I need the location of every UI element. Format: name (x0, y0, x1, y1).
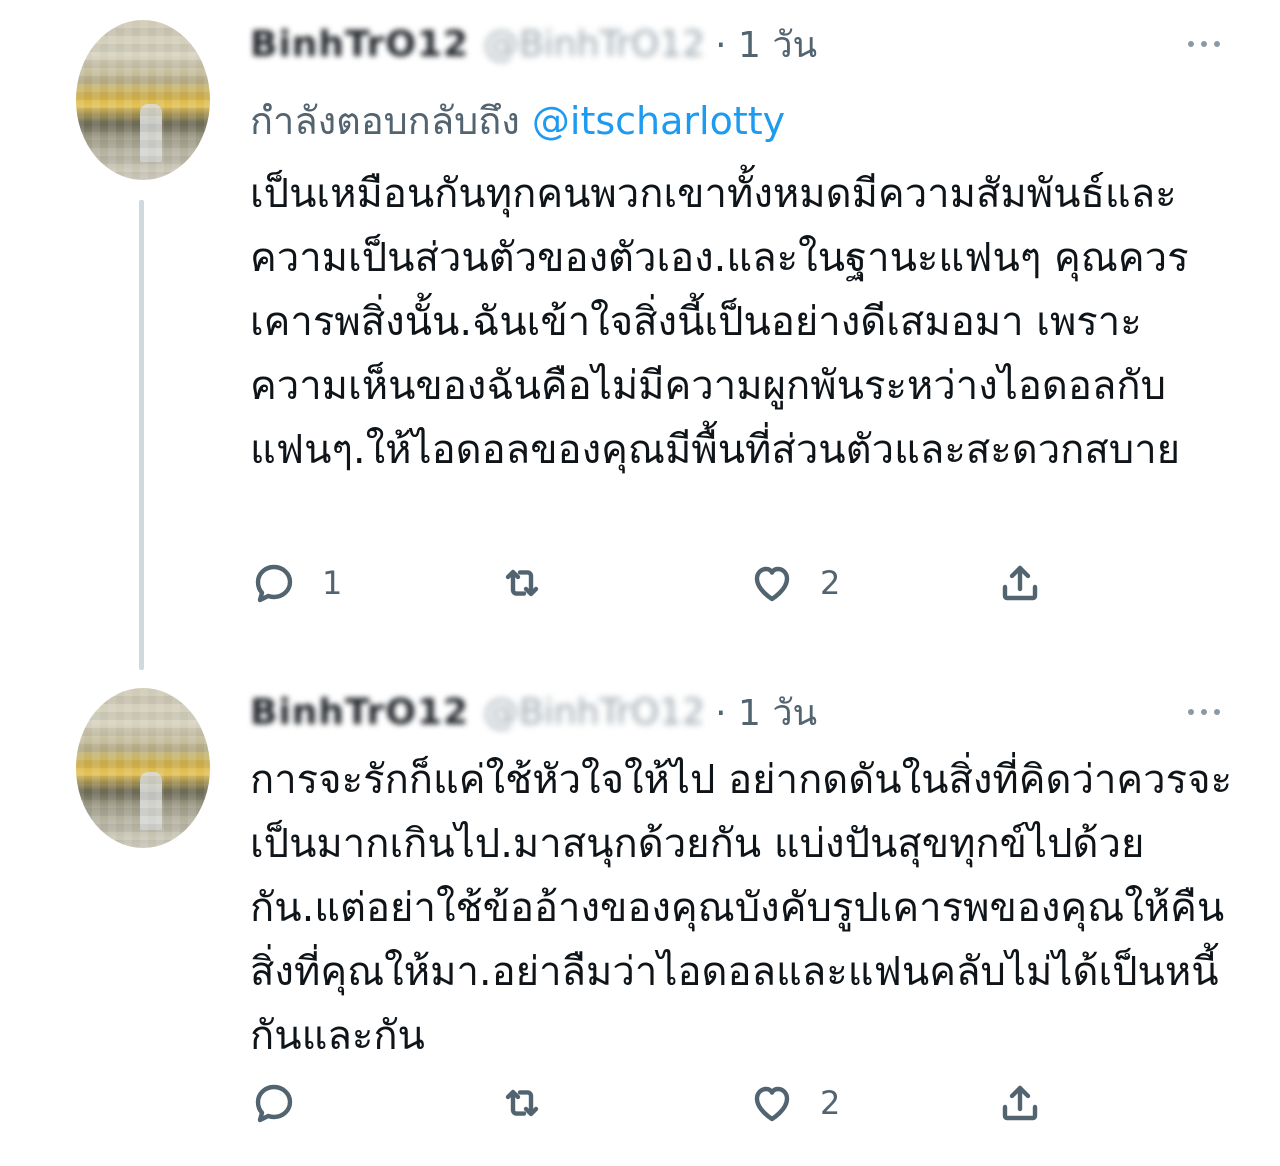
retweet-button[interactable] (498, 1078, 570, 1128)
tweet-actions: 2 (250, 1078, 1100, 1128)
reply-count: 1 (322, 564, 343, 602)
timestamp[interactable]: · 1 วัน (715, 16, 817, 73)
like-count: 2 (820, 564, 841, 602)
replying-to: กำลังตอบกลับถึง @itscharlotty (250, 90, 785, 151)
retweet-arrows-icon (505, 1089, 539, 1117)
more-dots-icon[interactable] (1188, 690, 1220, 734)
display-name[interactable]: BinhTrO12 (250, 692, 469, 733)
share-button[interactable] (996, 558, 1044, 608)
tweet-header: BinhTrO12 @BinhTrO12 · 1 วัน (250, 22, 817, 66)
share-button[interactable] (996, 1078, 1044, 1128)
retweet-button[interactable] (498, 558, 570, 608)
like-count: 2 (820, 1084, 841, 1122)
thread-connector-line (139, 200, 144, 670)
user-handle[interactable]: @BinhTrO12 (483, 24, 705, 65)
speech-bubble-icon (255, 564, 293, 603)
replying-to-label: กำลังตอบกลับถึง (250, 99, 520, 143)
retweet-arrows-icon (505, 569, 539, 597)
display-name[interactable]: BinhTrO12 (250, 24, 469, 65)
like-button[interactable]: 2 (748, 1078, 840, 1128)
tweet-text: เป็นเหมือนกันทุกคนพวกเขาทั้งหมดมีความสัม… (250, 171, 1189, 473)
timestamp[interactable]: · 1 วัน (715, 684, 817, 741)
reply-mention-link[interactable]: @itscharlotty (532, 99, 785, 143)
heart-icon (754, 566, 790, 602)
reply-button[interactable]: 1 (250, 558, 342, 608)
tweet[interactable]: BinhTrO12 @BinhTrO12 · 1 วัน กำลังตอบกลั… (0, 0, 1280, 670)
share-upload-icon (1002, 1085, 1038, 1121)
like-button[interactable]: 2 (748, 558, 840, 608)
share-upload-icon (1002, 565, 1038, 601)
avatar[interactable] (76, 20, 210, 180)
tweet-actions: 1 2 (250, 558, 1100, 608)
heart-icon (754, 1086, 790, 1122)
speech-bubble-icon (255, 1084, 293, 1123)
tweet-text: การจะรักก็แค่ใช้หัวใจให้ไป อย่ากดดันในสิ… (250, 757, 1233, 1059)
more-dots-icon[interactable] (1188, 22, 1220, 66)
tweet[interactable]: BinhTrO12 @BinhTrO12 · 1 วัน การจะรักก็แ… (0, 668, 1280, 1166)
avatar[interactable] (76, 688, 210, 848)
tweet-header: BinhTrO12 @BinhTrO12 · 1 วัน (250, 690, 817, 734)
reply-button[interactable] (250, 1078, 322, 1128)
user-handle[interactable]: @BinhTrO12 (483, 692, 705, 733)
